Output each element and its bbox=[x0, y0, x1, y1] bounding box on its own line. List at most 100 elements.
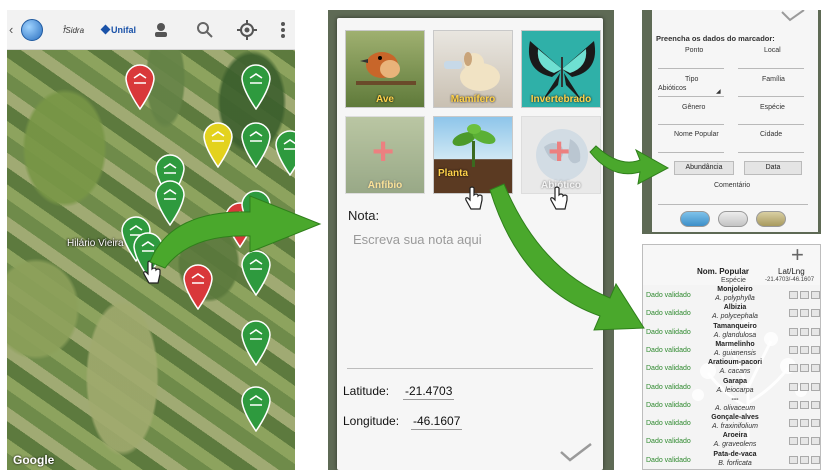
field-input-especie[interactable] bbox=[738, 124, 804, 125]
field-input-ponto[interactable] bbox=[658, 68, 724, 69]
list-badge-icon[interactable] bbox=[718, 211, 748, 227]
map-record-icon[interactable] bbox=[800, 455, 809, 464]
category-tile-abiotico[interactable]: + Abiótico bbox=[521, 116, 601, 194]
delete-record-icon[interactable] bbox=[811, 419, 820, 428]
more-vert-icon[interactable] bbox=[277, 18, 289, 42]
table-row[interactable]: Dado validado Garapa A. leiocarpa bbox=[643, 377, 820, 397]
field-input-familia[interactable] bbox=[738, 96, 804, 97]
dropdown-arrow-icon[interactable]: ◢ bbox=[716, 88, 721, 95]
search-icon[interactable] bbox=[193, 18, 217, 42]
confirm-check-icon[interactable] bbox=[780, 10, 806, 22]
validation-status: Dado validado bbox=[646, 310, 691, 318]
map-badge-icon[interactable] bbox=[680, 211, 710, 227]
longitude-field[interactable]: -46.1607 bbox=[411, 414, 463, 430]
column-header-species: Espécie bbox=[721, 277, 746, 284]
map-marker-pin[interactable] bbox=[181, 262, 215, 311]
edit-record-icon[interactable] bbox=[789, 400, 798, 409]
globe-icon[interactable] bbox=[19, 18, 45, 42]
abundance-button[interactable]: Abundância bbox=[674, 161, 734, 175]
edit-record-icon[interactable] bbox=[789, 327, 798, 336]
map-marker-pin[interactable] bbox=[201, 120, 235, 169]
delete-record-icon[interactable] bbox=[811, 382, 820, 391]
map-record-icon[interactable] bbox=[800, 291, 809, 299]
back-chevron-icon[interactable]: ‹ bbox=[9, 22, 13, 37]
delete-record-icon[interactable] bbox=[811, 455, 820, 464]
field-label-genero: Gênero bbox=[682, 104, 706, 111]
delete-record-icon[interactable] bbox=[811, 291, 820, 299]
map-marker-pin[interactable] bbox=[273, 128, 295, 177]
table-row[interactable]: Dado validado --- A. olivaceum bbox=[643, 396, 820, 415]
edit-record-icon[interactable] bbox=[789, 345, 798, 354]
category-tile-mamifero[interactable]: Mamífero bbox=[433, 30, 513, 108]
table-row[interactable]: Dado validado Monjoleiro A. polyphylla bbox=[643, 286, 820, 305]
map-record-icon[interactable] bbox=[800, 309, 809, 318]
edit-record-icon[interactable] bbox=[789, 364, 798, 373]
species-name: A. graveolens bbox=[713, 441, 757, 449]
common-name: Monjoleiro bbox=[717, 286, 753, 293]
map-marker-pin[interactable] bbox=[239, 248, 273, 297]
edit-record-icon[interactable] bbox=[789, 419, 798, 428]
edit-record-icon[interactable] bbox=[789, 382, 798, 391]
table-row[interactable]: Dado validado Marmelinho A. guianensis bbox=[643, 341, 820, 360]
table-row[interactable]: Dado validado Aratioum-pacori A. cacans bbox=[643, 359, 820, 378]
common-name: Garapa bbox=[722, 377, 748, 385]
delete-record-icon[interactable] bbox=[811, 309, 820, 318]
edit-record-icon[interactable] bbox=[789, 455, 798, 464]
longitude-label: Longitude: bbox=[343, 414, 400, 428]
map-record-icon[interactable] bbox=[800, 437, 809, 446]
comment-input[interactable] bbox=[658, 204, 808, 205]
table-row[interactable]: Dado validado Pata-de-vaca B. forficata bbox=[643, 451, 820, 469]
map-record-icon[interactable] bbox=[800, 382, 809, 391]
validation-status: Dado validado bbox=[646, 438, 691, 446]
category-tile-anfibio[interactable]: + Anfíbio bbox=[345, 116, 425, 194]
map-screen[interactable]: ‹ ꝉ̂Sidra Unifal Hilário Vieira Google bbox=[7, 10, 295, 470]
map-record-icon[interactable] bbox=[800, 327, 809, 336]
map-marker-pin[interactable] bbox=[239, 188, 273, 237]
table-row[interactable]: Dado validado Gonçale-alves A. fraxinifoli… bbox=[643, 414, 820, 433]
brand-label: Unifal bbox=[102, 25, 136, 35]
map-marker-pin[interactable] bbox=[239, 62, 273, 111]
add-record-button[interactable]: + bbox=[791, 245, 804, 266]
map-record-icon[interactable] bbox=[800, 400, 809, 409]
map-record-icon[interactable] bbox=[800, 419, 809, 428]
common-name: Tamanqueiro bbox=[713, 322, 757, 330]
table-row[interactable]: Dado validado Aroeira A. graveolens bbox=[643, 432, 820, 451]
date-button[interactable]: Data bbox=[744, 161, 802, 175]
gps-target-icon[interactable] bbox=[235, 18, 259, 42]
category-tile-ave[interactable]: Ave bbox=[345, 30, 425, 108]
map-record-icon[interactable] bbox=[800, 345, 809, 354]
edit-record-icon[interactable] bbox=[789, 291, 798, 299]
logo-text: ꝉ̂Sidra bbox=[61, 25, 85, 35]
field-input-cidade[interactable] bbox=[738, 152, 804, 153]
add-plus-icon: + bbox=[372, 131, 395, 173]
user-icon[interactable] bbox=[149, 18, 173, 42]
map-marker-pin[interactable] bbox=[239, 120, 273, 169]
table-row[interactable]: Dado validado Albizia A. polycephala bbox=[643, 304, 820, 323]
tipo-select-value[interactable]: Abióticos bbox=[658, 85, 686, 92]
edit-record-icon[interactable] bbox=[789, 309, 798, 318]
category-label: Mamífero bbox=[450, 94, 496, 105]
delete-record-icon[interactable] bbox=[811, 437, 820, 446]
map-marker-pin[interactable] bbox=[153, 178, 187, 227]
field-input-genero[interactable] bbox=[658, 124, 724, 125]
delete-record-icon[interactable] bbox=[811, 345, 820, 354]
delete-record-icon[interactable] bbox=[811, 327, 820, 336]
latitude-label: Latitude: bbox=[343, 384, 390, 398]
map-marker-pin[interactable] bbox=[239, 384, 273, 433]
field-input-nome-popular[interactable] bbox=[658, 152, 724, 153]
table-row[interactable]: Dado validado Tamanqueiro A. glandulosa bbox=[643, 322, 820, 342]
category-tile-planta[interactable]: Planta bbox=[433, 116, 513, 194]
camera-badge-icon[interactable] bbox=[756, 211, 786, 227]
delete-record-icon[interactable] bbox=[811, 364, 820, 373]
field-input-local[interactable] bbox=[738, 68, 804, 69]
map-marker-pin[interactable] bbox=[239, 318, 273, 367]
map-marker-pin[interactable] bbox=[123, 62, 157, 111]
confirm-check-icon[interactable] bbox=[559, 442, 593, 462]
note-input[interactable]: Escreva sua nota aqui bbox=[353, 232, 482, 247]
delete-record-icon[interactable] bbox=[811, 400, 820, 409]
map-record-icon[interactable] bbox=[800, 364, 809, 373]
category-tile-invertebrado[interactable]: Invertebrado bbox=[521, 30, 601, 108]
edit-record-icon[interactable] bbox=[789, 437, 798, 446]
latitude-field[interactable]: -21.4703 bbox=[403, 384, 455, 400]
species-name: A. polycephala bbox=[712, 313, 758, 321]
